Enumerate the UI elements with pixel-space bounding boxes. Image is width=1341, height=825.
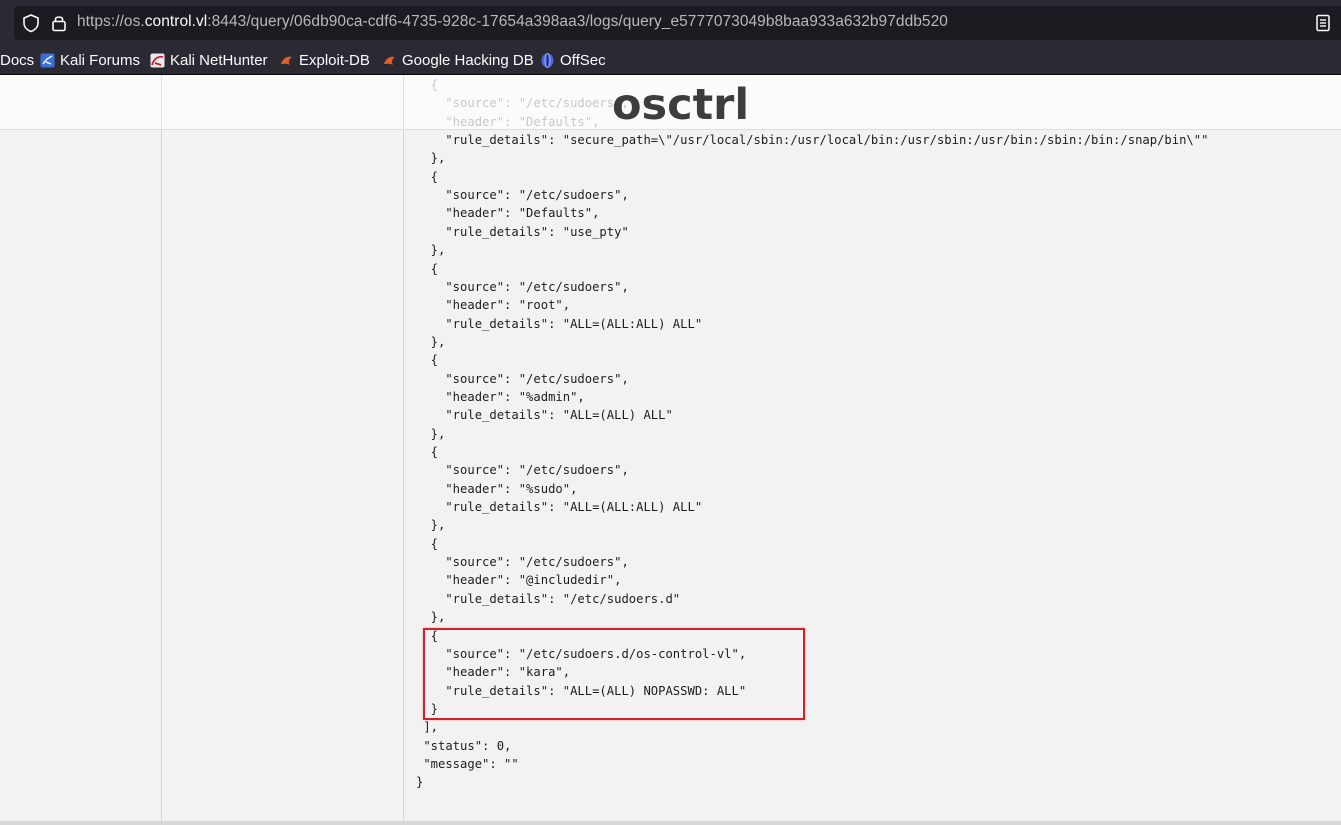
shield-icon[interactable] <box>22 13 40 33</box>
json-line: { <box>416 536 439 551</box>
json-line: "source": "/etc/sudoers", <box>416 188 629 203</box>
json-line: "rule_details": "secure_path=\"/usr/loca… <box>416 133 1209 148</box>
json-line: "header": "%admin", <box>416 389 585 404</box>
offsec-icon <box>541 52 554 68</box>
json-line: }, <box>416 151 446 166</box>
json-line: { <box>416 169 439 184</box>
middle-column <box>162 130 404 822</box>
bookmark-label: Google Hacking DB <box>402 51 534 69</box>
ghdb-icon <box>384 56 395 65</box>
json-line: { <box>416 445 439 459</box>
json-line: "source": "/etc/sudoers", <box>416 96 629 111</box>
lock-icon[interactable] <box>50 13 68 33</box>
bookmark-docs[interactable]: Docs <box>0 50 34 70</box>
json-line: "rule_details": "ALL=(ALL) ALL" <box>416 408 673 423</box>
json-line: } <box>416 775 424 790</box>
json-line: }, <box>416 518 446 533</box>
json-line: "message": "" <box>416 756 519 771</box>
left-column <box>0 130 162 822</box>
kali-forums-icon <box>40 53 55 67</box>
bookmark-offsec[interactable]: OffSec <box>540 50 606 70</box>
browser-toolbar: https://os.control.vl:8443/query/06db90c… <box>0 0 1341 46</box>
json-line: "status": 0, <box>416 738 512 753</box>
json-line: ], <box>416 720 439 735</box>
json-line: "rule_details": "use_pty" <box>416 224 629 239</box>
json-line: }, <box>416 334 446 349</box>
page-content: { "source": "/etc/sudoers", "header": "D… <box>0 75 1341 825</box>
bookmark-label: Kali Forums <box>60 51 141 69</box>
bookmark-kali-nethunter[interactable]: Kali NetHunter <box>150 50 268 70</box>
url-host: control.vl <box>144 13 208 30</box>
json-line: "rule_details": "/etc/sudoers.d" <box>416 591 681 606</box>
bookmark-exploit-db[interactable]: Exploit-DB <box>279 50 370 70</box>
exploit-db-icon <box>281 56 292 65</box>
url-scheme: https://os. <box>77 13 145 30</box>
bookmark-label: Docs <box>0 51 35 69</box>
json-line: }, <box>416 243 446 258</box>
kali-nethunter-icon <box>150 53 165 67</box>
json-line: "source": "/etc/sudoers", <box>416 371 629 386</box>
url-path: :8443/query/06db90ca-cdf6-4735-928c-1765… <box>207 13 948 30</box>
json-line: "header": "Defaults", <box>416 114 600 129</box>
bookmark-label: Kali NetHunter <box>170 51 268 69</box>
json-line: "header": "root", <box>416 298 571 313</box>
json-line: "header": "@includedir", <box>416 573 622 588</box>
json-line: "header": "Defaults", <box>416 206 600 221</box>
json-line: "source": "/etc/sudoers", <box>416 555 629 570</box>
highlight-annotation <box>423 628 805 720</box>
bookmark-label: Exploit-DB <box>299 51 370 69</box>
json-line: "source": "/etc/sudoers", <box>416 463 629 478</box>
bookmark-kali-forums[interactable]: Kali Forums <box>40 50 140 70</box>
json-line: "rule_details": "ALL=(ALL:ALL) ALL" <box>416 500 703 515</box>
json-line: }, <box>416 610 446 625</box>
reader-view-icon[interactable] <box>1315 14 1331 32</box>
middle-column-header <box>162 75 404 130</box>
json-line: { <box>416 261 439 276</box>
osctrl-logo[interactable]: osctrl <box>612 80 749 130</box>
json-line: "rule_details": "ALL=(ALL:ALL) ALL" <box>416 316 703 331</box>
json-line: { <box>416 78 439 92</box>
horizontal-scrollbar[interactable] <box>0 821 1341 825</box>
json-line: { <box>416 353 439 368</box>
bookmark-google-hacking-db[interactable]: Google Hacking DB <box>382 50 534 70</box>
bookmarks-bar: Docs Kali Forums Kali NetHunter Exploit-… <box>0 46 1341 75</box>
left-column-header <box>0 75 162 130</box>
bookmark-label: OffSec <box>560 51 606 69</box>
json-line: "source": "/etc/sudoers", <box>416 279 629 294</box>
json-line: }, <box>416 426 446 441</box>
url-text[interactable]: https://os.control.vl:8443/query/06db90c… <box>77 13 948 31</box>
json-line: "header": "%sudo", <box>416 481 578 496</box>
